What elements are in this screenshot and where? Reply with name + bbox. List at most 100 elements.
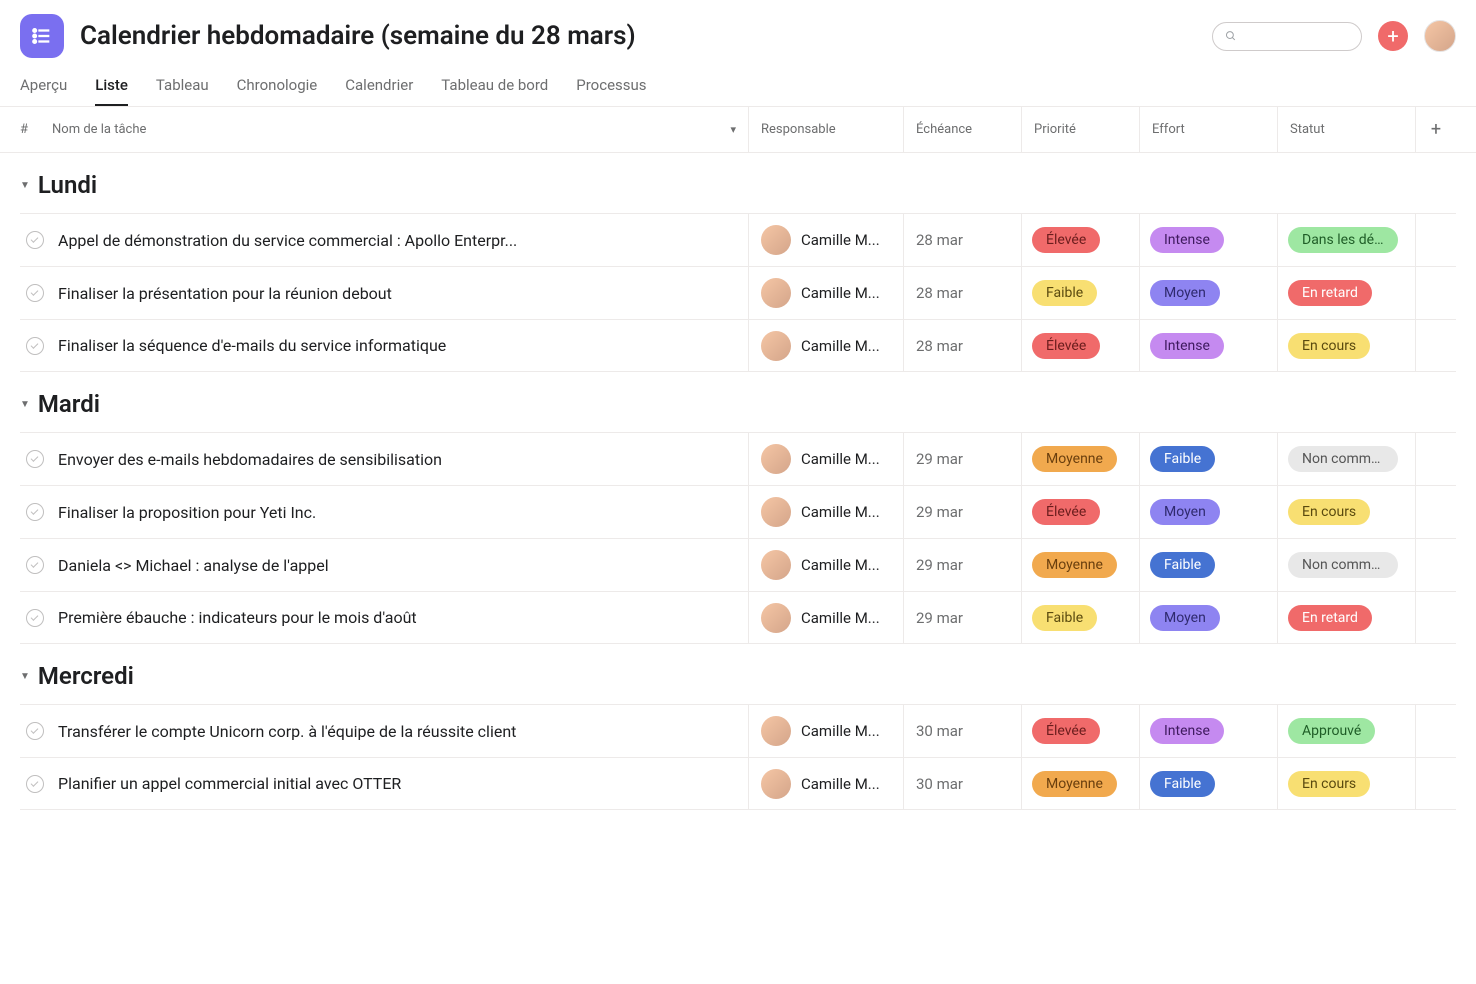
task-effort[interactable]: Intense (1140, 705, 1278, 757)
task-check[interactable] (20, 284, 52, 302)
tab-calendrier[interactable]: Calendrier (345, 66, 413, 106)
task-check[interactable] (20, 609, 52, 627)
section-header[interactable]: ▼Mardi (20, 372, 1456, 432)
tab-processus[interactable]: Processus (576, 66, 646, 106)
table-row[interactable]: Envoyer des e-mails hebdomadaires de sen… (20, 432, 1456, 485)
task-assignee[interactable]: Camille M... (749, 758, 904, 809)
task-name[interactable]: Finaliser la présentation pour la réunio… (52, 267, 749, 319)
task-due[interactable]: 29 mar (904, 433, 1022, 485)
column-task-name[interactable]: Nom de la tâche ▾ (52, 107, 749, 152)
task-name[interactable]: Envoyer des e-mails hebdomadaires de sen… (52, 433, 749, 485)
task-effort[interactable]: Moyen (1140, 267, 1278, 319)
table-row[interactable]: Première ébauche : indicateurs pour le m… (20, 591, 1456, 644)
column-status[interactable]: Statut (1278, 107, 1416, 152)
task-status[interactable]: Dans les dél... (1278, 214, 1416, 266)
user-avatar[interactable] (1424, 20, 1456, 52)
task-assignee[interactable]: Camille M... (749, 320, 904, 371)
task-status[interactable]: En cours (1278, 486, 1416, 538)
task-check[interactable] (20, 337, 52, 355)
task-due[interactable]: 28 mar (904, 267, 1022, 319)
task-priority[interactable]: Élevée (1022, 705, 1140, 757)
task-due[interactable]: 29 mar (904, 486, 1022, 538)
task-name[interactable]: Daniela <> Michael : analyse de l'appel (52, 539, 749, 591)
task-due[interactable]: 28 mar (904, 320, 1022, 371)
add-button[interactable]: + (1378, 21, 1408, 51)
table-row[interactable]: Daniela <> Michael : analyse de l'appelC… (20, 538, 1456, 591)
task-due[interactable]: 30 mar (904, 758, 1022, 809)
tab-chronologie[interactable]: Chronologie (237, 66, 318, 106)
task-due[interactable]: 29 mar (904, 539, 1022, 591)
task-status[interactable]: En retard (1278, 592, 1416, 643)
column-effort[interactable]: Effort (1140, 107, 1278, 152)
task-effort[interactable]: Intense (1140, 320, 1278, 371)
task-effort[interactable]: Moyen (1140, 486, 1278, 538)
task-check[interactable] (20, 556, 52, 574)
task-priority[interactable]: Élevée (1022, 320, 1140, 371)
tab-aperçu[interactable]: Aperçu (20, 66, 67, 106)
task-name[interactable]: Finaliser la séquence d'e-mails du servi… (52, 320, 749, 371)
priority-pill: Élevée (1032, 333, 1100, 359)
section-header[interactable]: ▼Lundi (20, 153, 1456, 213)
task-status[interactable]: Non comme... (1278, 539, 1416, 591)
task-check[interactable] (20, 503, 52, 521)
task-status[interactable]: En cours (1278, 320, 1416, 371)
task-assignee[interactable]: Camille M... (749, 592, 904, 643)
task-priority[interactable]: Faible (1022, 592, 1140, 643)
status-pill: Non comme... (1288, 552, 1398, 578)
task-priority[interactable]: Élevée (1022, 214, 1140, 266)
task-effort[interactable]: Moyen (1140, 592, 1278, 643)
status-pill: En cours (1288, 771, 1370, 797)
tab-liste[interactable]: Liste (95, 66, 128, 106)
table-row[interactable]: Planifier un appel commercial initial av… (20, 757, 1456, 810)
column-due-date[interactable]: Échéance (904, 107, 1022, 152)
task-priority[interactable]: Faible (1022, 267, 1140, 319)
table-row[interactable]: Finaliser la séquence d'e-mails du servi… (20, 319, 1456, 372)
task-assignee[interactable]: Camille M... (749, 214, 904, 266)
task-due[interactable]: 30 mar (904, 705, 1022, 757)
task-effort[interactable]: Faible (1140, 539, 1278, 591)
tab-tableau de bord[interactable]: Tableau de bord (441, 66, 548, 106)
tab-tableau[interactable]: Tableau (156, 66, 209, 106)
search-input[interactable] (1245, 29, 1349, 44)
task-due[interactable]: 28 mar (904, 214, 1022, 266)
task-status[interactable]: En cours (1278, 758, 1416, 809)
table-row[interactable]: Finaliser la proposition pour Yeti Inc.C… (20, 485, 1456, 538)
task-effort[interactable]: Faible (1140, 758, 1278, 809)
task-check[interactable] (20, 231, 52, 249)
task-effort[interactable]: Faible (1140, 433, 1278, 485)
task-name[interactable]: Finaliser la proposition pour Yeti Inc. (52, 486, 749, 538)
task-effort[interactable]: Intense (1140, 214, 1278, 266)
column-responsible[interactable]: Responsable (749, 107, 904, 152)
task-name[interactable]: Appel de démonstration du service commer… (52, 214, 749, 266)
task-name[interactable]: Transférer le compte Unicorn corp. à l'é… (52, 705, 749, 757)
task-name[interactable]: Planifier un appel commercial initial av… (52, 758, 749, 809)
section-header[interactable]: ▼Mercredi (20, 644, 1456, 704)
page-title: Calendrier hebdomadaire (semaine du 28 m… (80, 21, 1196, 51)
task-check[interactable] (20, 450, 52, 468)
task-status[interactable]: Approuvé (1278, 705, 1416, 757)
task-priority[interactable]: Moyenne (1022, 433, 1140, 485)
task-check[interactable] (20, 775, 52, 793)
task-priority[interactable]: Moyenne (1022, 539, 1140, 591)
task-priority[interactable]: Élevée (1022, 486, 1140, 538)
effort-pill: Intense (1150, 227, 1224, 253)
task-assignee[interactable]: Camille M... (749, 486, 904, 538)
task-due[interactable]: 29 mar (904, 592, 1022, 643)
task-priority[interactable]: Moyenne (1022, 758, 1140, 809)
table-row[interactable]: Finaliser la présentation pour la réunio… (20, 266, 1456, 319)
task-check[interactable] (20, 722, 52, 740)
add-column-button[interactable]: + (1416, 119, 1456, 140)
task-assignee[interactable]: Camille M... (749, 705, 904, 757)
status-pill: Approuvé (1288, 718, 1375, 744)
task-name[interactable]: Première ébauche : indicateurs pour le m… (52, 592, 749, 643)
task-status[interactable]: En retard (1278, 267, 1416, 319)
task-assignee[interactable]: Camille M... (749, 539, 904, 591)
assignee-avatar (761, 225, 791, 255)
task-assignee[interactable]: Camille M... (749, 267, 904, 319)
task-assignee[interactable]: Camille M... (749, 433, 904, 485)
table-row[interactable]: Transférer le compte Unicorn corp. à l'é… (20, 704, 1456, 757)
search-box[interactable] (1212, 22, 1362, 51)
table-row[interactable]: Appel de démonstration du service commer… (20, 213, 1456, 266)
task-status[interactable]: Non comme... (1278, 433, 1416, 485)
column-priority[interactable]: Priorité (1022, 107, 1140, 152)
